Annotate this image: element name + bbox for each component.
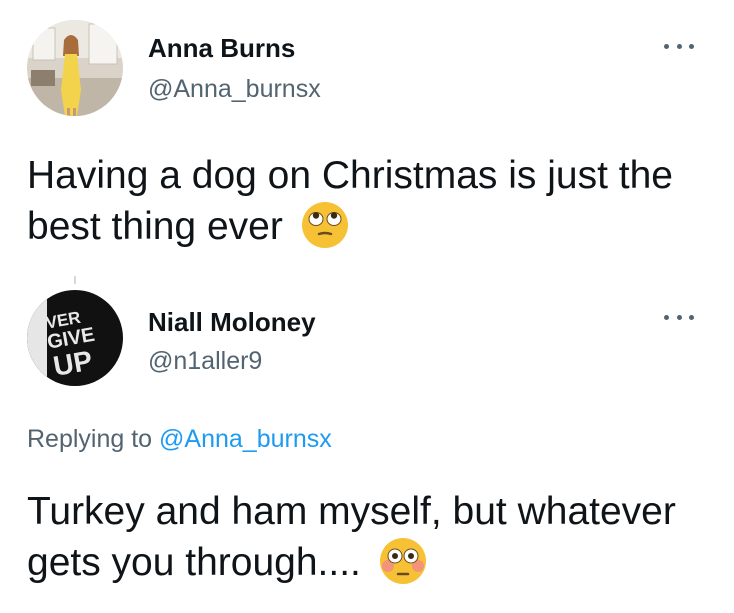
author-handle[interactable]: @Anna_burnsx — [148, 74, 321, 104]
author-handle[interactable]: @n1aller9 — [148, 346, 262, 376]
tweet-body: Turkey and ham myself, but whatever gets… — [27, 490, 676, 584]
author-name[interactable]: Niall Moloney — [148, 307, 316, 337]
avatar-anna-burns[interactable] — [27, 20, 123, 116]
rolling-eyes-face-emoji-icon — [301, 201, 348, 248]
tweet-body: Having a dog on Christmas is just the be… — [27, 154, 673, 248]
flushed-face-emoji-icon — [379, 537, 426, 584]
replying-mention-link[interactable]: @Anna_burnsx — [159, 425, 332, 453]
more-options-icon[interactable] — [664, 31, 694, 61]
tweet-text: Turkey and ham myself, but whatever gets… — [27, 486, 707, 590]
tweet-text: Having a dog on Christmas is just the be… — [27, 150, 707, 254]
more-options-icon[interactable] — [664, 302, 694, 332]
tweet-reply: VER GIVE UP Niall Moloney @n1aller9 Repl… — [0, 290, 734, 613]
replying-prefix: Replying to — [27, 425, 153, 453]
author-name[interactable]: Anna Burns — [148, 33, 295, 63]
profile-photo-icon — [27, 20, 123, 116]
thread-connector — [74, 276, 76, 284]
tweet-original: Anna Burns @Anna_burnsx Having a dog on … — [0, 0, 734, 290]
profile-photo-icon: VER GIVE UP — [27, 290, 123, 386]
replying-to: Replying to @Anna_burnsx — [27, 424, 332, 454]
avatar-niall-moloney[interactable]: VER GIVE UP — [27, 290, 123, 386]
